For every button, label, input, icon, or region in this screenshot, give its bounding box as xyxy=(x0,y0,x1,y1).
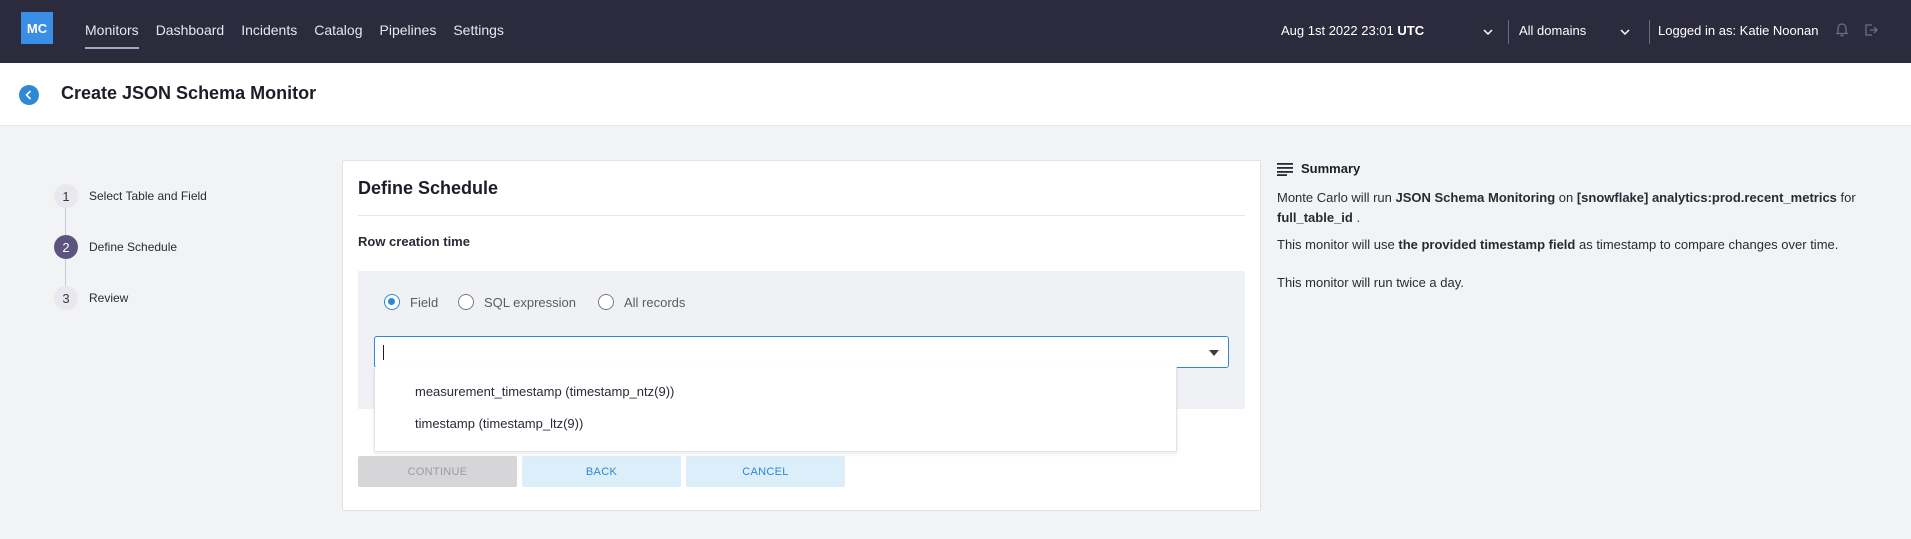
continue-button[interactable]: CONTINUE xyxy=(358,456,517,487)
cancel-button[interactable]: CANCEL xyxy=(686,456,845,487)
list-icon xyxy=(1277,162,1293,176)
nav-pipelines[interactable]: Pipelines xyxy=(380,0,437,63)
text-cursor xyxy=(383,345,384,360)
radio-button[interactable] xyxy=(598,294,614,310)
row-creation-label: Row creation time xyxy=(358,234,470,249)
field-dropdown-menu: measurement_timestamp (timestamp_ntz(9))… xyxy=(374,367,1177,452)
summary-frequency-text: This monitor will run twice a day. xyxy=(1277,275,1464,290)
radio-label: SQL expression xyxy=(484,294,577,310)
summary-timestamp-text: This monitor will use the provided times… xyxy=(1277,237,1839,252)
top-nav-bar: MC Monitors Dashboard Incidents Catalog … xyxy=(0,0,1911,63)
chevron-down-icon[interactable] xyxy=(1481,25,1495,39)
radio-button[interactable] xyxy=(458,294,474,310)
step-number: 3 xyxy=(54,286,78,310)
radio-sql-expression[interactable]: SQL expression xyxy=(458,294,576,310)
radio-label: All records xyxy=(624,294,686,310)
back-button[interactable]: BACK xyxy=(522,456,681,487)
divider xyxy=(1508,20,1509,44)
date-picker[interactable]: Aug 1st 2022 23:01 UTC xyxy=(1281,23,1424,38)
step-label: Select Table and Field xyxy=(89,189,207,203)
radio-label: Field xyxy=(410,294,439,310)
logout-icon[interactable] xyxy=(1863,22,1879,38)
step-review[interactable]: 3 Review xyxy=(54,286,128,310)
step-number: 2 xyxy=(54,235,78,259)
dropdown-arrow-icon[interactable] xyxy=(1209,350,1219,356)
timezone-label: UTC xyxy=(1397,23,1425,38)
summary-title: Summary xyxy=(1301,161,1361,176)
app-logo[interactable]: MC xyxy=(21,12,53,44)
domain-select[interactable]: All domains xyxy=(1519,23,1586,38)
dropdown-option[interactable]: timestamp (timestamp_ltz(9)) xyxy=(415,416,583,431)
bell-icon[interactable] xyxy=(1834,22,1850,38)
card-title: Define Schedule xyxy=(358,178,499,198)
user-label: Logged in as: Katie Noonan xyxy=(1658,23,1819,38)
step-number: 1 xyxy=(54,184,78,208)
radio-all-records[interactable]: All records xyxy=(598,294,685,310)
step-select-table[interactable]: 1 Select Table and Field xyxy=(54,184,207,208)
schedule-card: Define Schedule Row creation time Field … xyxy=(342,160,1261,511)
page-title: Create JSON Schema Monitor xyxy=(61,83,317,103)
summary-run-text: Monte Carlo will run JSON Schema Monitor… xyxy=(1277,190,1856,225)
nav-dashboard[interactable]: Dashboard xyxy=(156,0,225,63)
timestamp-field-select[interactable] xyxy=(374,336,1229,368)
dropdown-option[interactable]: measurement_timestamp (timestamp_ntz(9)) xyxy=(415,384,674,399)
nav-settings[interactable]: Settings xyxy=(453,0,504,63)
divider xyxy=(358,215,1245,216)
step-label: Define Schedule xyxy=(89,240,178,254)
step-label: Review xyxy=(89,291,129,305)
chevron-down-icon[interactable] xyxy=(1618,25,1632,39)
nav-monitors[interactable]: Monitors xyxy=(85,0,139,63)
radio-field[interactable]: Field xyxy=(384,294,438,310)
main-nav: Monitors Dashboard Incidents Catalog Pip… xyxy=(85,0,521,63)
date-value: Aug 1st 2022 23:01 xyxy=(1281,23,1394,38)
nav-catalog[interactable]: Catalog xyxy=(314,0,362,63)
radio-button[interactable] xyxy=(384,294,400,310)
page-header: Create JSON Schema Monitor xyxy=(0,63,1911,126)
step-define-schedule[interactable]: 2 Define Schedule xyxy=(54,235,177,259)
back-icon[interactable] xyxy=(19,85,39,105)
nav-incidents[interactable]: Incidents xyxy=(241,0,297,63)
divider xyxy=(1649,20,1650,44)
summary-header: Summary xyxy=(1277,161,1360,176)
